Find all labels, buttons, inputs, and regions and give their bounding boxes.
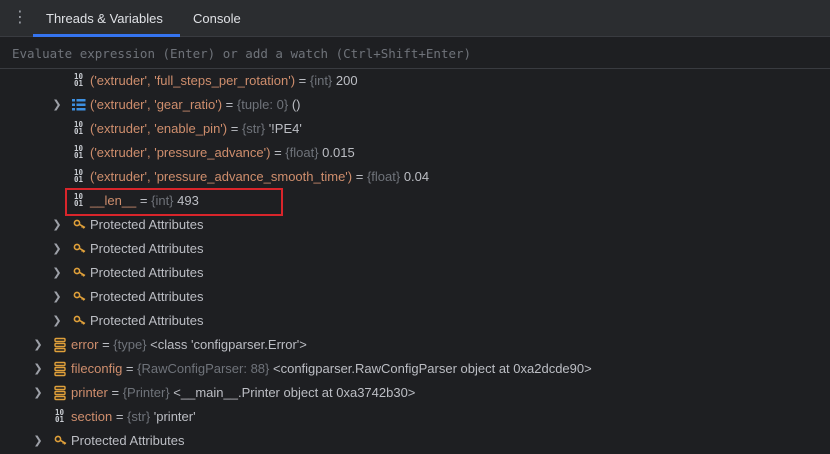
variable-name: fileconfig [71,361,123,376]
variable-type: {Printer} [122,385,170,400]
variable-value: 'printer' [150,409,196,424]
variable-type: {str} [127,409,151,424]
variable-name: error [71,337,99,352]
expand-arrow-icon[interactable]: ❯ [52,309,62,333]
variable-type: {float} [285,145,319,160]
key-icon [73,315,86,325]
variable-row[interactable]: 10 01 ('extruder', 'full_steps_per_rotati… [0,69,830,93]
object-icon [54,337,66,353]
protected-attributes-label: Protected Attributes [90,313,204,328]
int-icon: 10 01 [55,408,65,424]
variable-type: {tuple: 0} [236,97,289,112]
variable-value: <configparser.RawConfigParser object at … [269,361,592,376]
variable-name: ('extruder', 'pressure_advance_smooth_ti… [90,169,353,184]
variable-name: section [71,409,113,424]
variable-value: 0.015 [318,145,355,160]
object-icon [54,361,66,377]
variable-row-error[interactable]: ❯ error = {type} <class 'configparser.Er… [0,333,830,357]
variable-value: 0.04 [400,169,430,184]
variable-row-section[interactable]: 10 01 section = {str} 'printer' [0,405,830,429]
variable-row-fileconfig[interactable]: ❯ fileconfig = {RawConfigParser: 88} <co… [0,357,830,381]
highlight-box [65,188,283,216]
evaluate-bar [0,37,830,69]
protected-attributes-label: Protected Attributes [90,265,204,280]
expand-arrow-icon[interactable]: ❯ [52,237,62,261]
list-icon [72,99,86,111]
protected-attributes-label: Protected Attributes [90,241,204,256]
variables-tree: 10 01 ('extruder', 'full_steps_per_rotati… [0,69,830,454]
variable-type: {type} [113,337,147,352]
evaluate-expression-input[interactable] [12,44,812,62]
expand-arrow-icon[interactable]: ❯ [52,93,62,117]
key-icon [73,267,86,277]
key-icon [54,435,67,445]
int-icon: 10 01 [74,72,84,88]
expand-arrow-icon[interactable]: ❯ [52,261,62,285]
variable-name: ('extruder', 'full_steps_per_rotation') [90,73,296,88]
protected-attributes-label: Protected Attributes [90,289,204,304]
expand-arrow-icon[interactable]: ❯ [33,429,43,453]
protected-attributes-label: Protected Attributes [71,433,185,448]
protected-attributes-row[interactable]: ❯ Protected Attributes [0,213,830,237]
expand-arrow-icon[interactable]: ❯ [33,381,43,405]
variable-name: ('extruder', 'enable_pin') [90,121,228,136]
more-options-icon[interactable]: ⋮ [12,9,28,27]
tab-console[interactable]: Console [193,0,241,37]
key-icon [73,219,86,229]
protected-attributes-row[interactable]: ❯ Protected Attributes [0,309,830,333]
int-icon: 10 01 [74,168,84,184]
variable-value: <class 'configparser.Error'> [146,337,307,352]
expand-arrow-icon[interactable]: ❯ [52,285,62,309]
int-icon: 10 01 [74,120,84,136]
expand-arrow-icon[interactable]: ❯ [33,333,43,357]
variable-type: {str} [241,121,266,136]
variable-row[interactable]: 10 01 ('extruder', 'enable_pin') = {str} … [0,117,830,141]
variable-name: ('extruder', 'pressure_advance') [90,145,271,160]
expand-arrow-icon[interactable]: ❯ [52,213,62,237]
debugger-tab-bar: ⋮ Threads & Variables Console [0,0,830,37]
variable-value: <__main__.Printer object at 0xa3742b30> [169,385,416,400]
expand-arrow-icon[interactable]: ❯ [33,357,43,381]
key-icon [73,243,86,253]
variable-type: {RawConfigParser: 88} [137,361,270,376]
protected-attributes-row[interactable]: ❯ Protected Attributes [0,237,830,261]
variable-value: '!PE4' [265,121,302,136]
int-icon: 10 01 [74,144,84,160]
object-icon [54,385,66,401]
key-icon [73,291,86,301]
tab-threads-variables[interactable]: Threads & Variables [46,0,163,37]
protected-attributes-label: Protected Attributes [90,217,204,232]
protected-attributes-row[interactable]: ❯ Protected Attributes [0,285,830,309]
variable-type: {int} [309,73,333,88]
variable-value: 200 [332,73,358,88]
protected-attributes-row[interactable]: ❯ Protected Attributes [0,429,830,453]
protected-attributes-row[interactable]: ❯ Protected Attributes [0,261,830,285]
variable-type: {float} [366,169,401,184]
variable-row[interactable]: ❯ ('extruder', 'gear_ratio') = {tuple: 0… [0,93,830,117]
variable-name: printer [71,385,108,400]
variable-row[interactable]: 10 01 ('extruder', 'pressure_advance_smoo… [0,165,830,189]
variable-row-printer[interactable]: ❯ printer = {Printer} <__main__.Printer … [0,381,830,405]
variable-row[interactable]: 10 01 ('extruder', 'pressure_advance') = … [0,141,830,165]
variable-value: () [288,97,301,112]
variable-name: ('extruder', 'gear_ratio') [90,97,223,112]
